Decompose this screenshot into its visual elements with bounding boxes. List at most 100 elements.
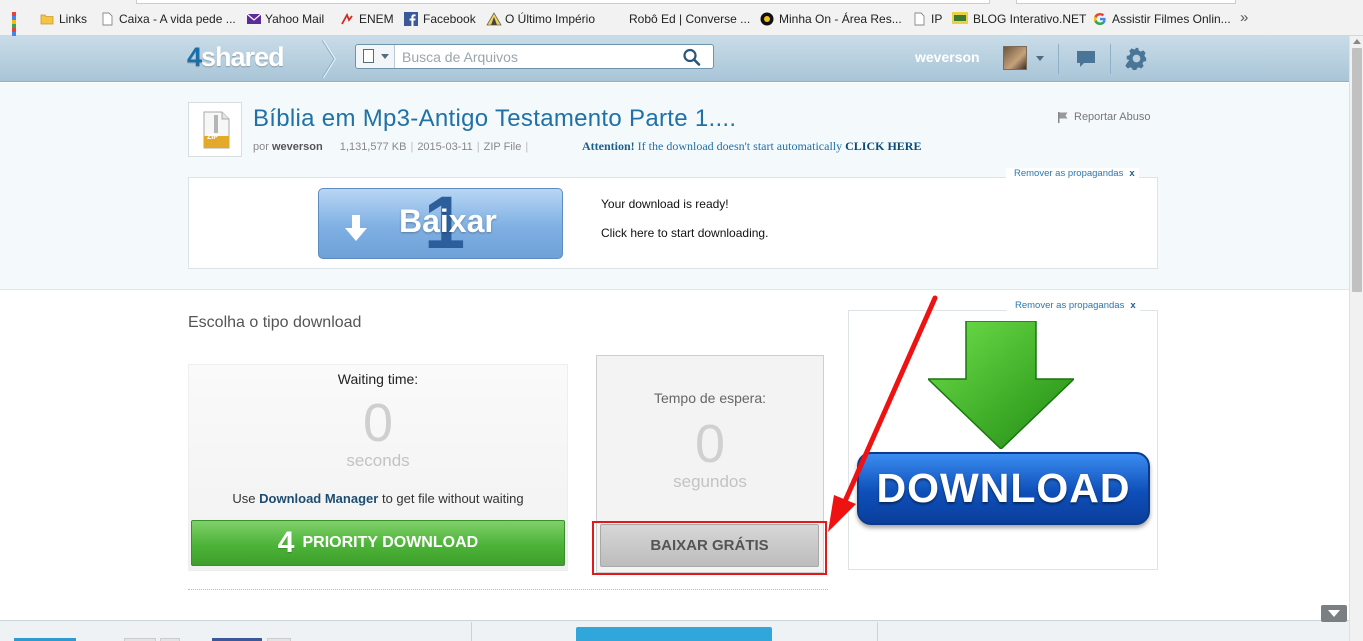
file-type-selector[interactable] <box>356 45 395 68</box>
flag-icon <box>1058 112 1068 123</box>
red-arrow-annotation-icon <box>828 295 938 532</box>
file-icon-label: ZIP <box>207 134 218 141</box>
click-to-download-text[interactable]: Click here to start downloading. <box>601 226 768 240</box>
report-abuse-label: Reportar Abuso <box>1074 111 1151 123</box>
chat-icon[interactable] <box>1075 49 1097 69</box>
bookmark-label: Caixa - A vida pede ... <box>119 12 236 26</box>
tempo-de-espera-label: Tempo de espera: <box>653 390 767 406</box>
bookmark-blog-interativo[interactable]: BLOG Interativo.NET <box>952 10 1086 28</box>
scrollbar-thumb[interactable] <box>1352 48 1362 292</box>
by-label: por <box>253 141 269 153</box>
baixar-ad-button[interactable]: 1 Baixar <box>318 188 563 259</box>
enem-icon <box>340 12 354 26</box>
bookmark-label: IP <box>931 12 943 26</box>
attention-notice: Attention! If the download doesn't start… <box>582 139 921 154</box>
blank-icon <box>612 12 624 26</box>
folder-icon <box>40 12 54 26</box>
waiting-time-unit: seconds <box>346 451 410 470</box>
scroll-down-button[interactable] <box>1321 605 1347 622</box>
file-type: ZIP File <box>483 141 522 153</box>
gear-icon[interactable] <box>1125 47 1148 70</box>
download-manager-link[interactable]: Download Manager <box>259 491 378 506</box>
bookmark-links[interactable]: Links <box>40 10 87 28</box>
bookmark-label: ENEM <box>359 12 394 26</box>
remove-ads-label: Remover as propagandas <box>1015 300 1125 311</box>
bookmark-label: Assistir Filmes Onlin... <box>1112 12 1231 26</box>
chevron-down-icon[interactable] <box>1036 56 1044 61</box>
remove-ads-link[interactable]: Remover as propagandas x <box>1006 168 1139 179</box>
dm-prefix: Use <box>232 491 256 506</box>
bookmark-label: O Último Império <box>505 12 596 26</box>
bookmark-ultimo-imperio[interactable]: O Último Império <box>486 10 595 28</box>
apps-grid-icon <box>12 12 26 48</box>
bookmark-minha-on[interactable]: Minha On - Área Res... <box>760 10 902 28</box>
uploader-link[interactable]: weverson <box>272 141 323 153</box>
file-type-icon <box>188 102 242 157</box>
dm-suffix: to get file without waiting <box>381 491 524 506</box>
attention-label: Attention! <box>582 139 635 153</box>
site-header: 4shared weverson <box>0 36 1349 82</box>
tempo-de-espera-unit: segundos <box>673 472 747 491</box>
close-icon[interactable]: x <box>1130 300 1135 311</box>
bookmark-label: Minha On - Área Res... <box>779 12 902 26</box>
header-separator <box>1058 44 1059 74</box>
header-divider-chevron-icon <box>322 40 336 78</box>
section-divider <box>188 589 828 590</box>
report-abuse-link[interactable]: Reportar Abuso <box>1057 111 1150 123</box>
attention-text: If the download doesn't start automatica… <box>637 139 843 153</box>
bookmark-enem[interactable]: ENEM <box>340 10 394 28</box>
logo[interactable]: 4shared <box>187 42 285 73</box>
google-icon <box>1093 12 1107 26</box>
bookmark-label: BLOG Interativo.NET <box>973 12 1087 26</box>
bookmark-label: Links <box>59 12 88 26</box>
logo-number: 4 <box>187 42 202 72</box>
baixar-gratis-button[interactable]: BAIXAR GRÁTIS <box>600 524 819 567</box>
page-icon <box>100 12 114 26</box>
close-icon[interactable]: x <box>1129 168 1134 179</box>
remove-ads-link[interactable]: Remover as propagandas x <box>1007 300 1140 311</box>
envelope-icon <box>246 12 262 26</box>
bookmark-caixa[interactable]: Caixa - A vida pede ... <box>100 10 236 28</box>
file-size: 1,131,577 KB <box>339 141 407 153</box>
bookmark-facebook[interactable]: Facebook <box>404 10 476 28</box>
bookmark-apps[interactable] <box>12 10 26 48</box>
page-scrollbar[interactable] <box>1349 36 1363 641</box>
baixar-ad-label: Baixar <box>399 203 497 239</box>
file-title: Bíblia em Mp3-Antigo Testamento Parte 1.… <box>253 105 737 132</box>
username-link[interactable]: weverson <box>915 49 980 65</box>
bookmark-label: Yahoo Mail <box>265 12 325 26</box>
search-icon[interactable] <box>678 47 708 67</box>
blog-icon <box>952 12 968 26</box>
avatar[interactable] <box>1003 46 1027 70</box>
waiting-time-label: Waiting time: <box>337 371 419 387</box>
priority-download-label: PRIORITY DOWNLOAD <box>302 534 479 551</box>
header-separator <box>1110 44 1111 74</box>
footer-cta-button[interactable] <box>576 627 772 641</box>
bookmark-assistir-filmes[interactable]: Assistir Filmes Onlin... <box>1093 10 1231 28</box>
page-icon <box>912 12 926 26</box>
bookmarks-bar: Links Caixa - A vida pede ... Yahoo Mail… <box>0 0 1363 48</box>
waiting-time-value: 0 <box>362 393 394 453</box>
more-bookmarks-button[interactable]: » <box>1240 9 1248 26</box>
download-manager-text: Use Download Manager to get file without… <box>188 491 568 506</box>
bookmark-yahoo-mail[interactable]: Yahoo Mail <box>246 10 324 28</box>
search-bar <box>355 44 714 69</box>
click-here-link[interactable]: CLICK HERE <box>845 139 921 153</box>
tab-strip-edge <box>1016 0 1236 4</box>
download-ready-text[interactable]: Your download is ready! <box>601 197 729 211</box>
scroll-up-arrow-icon[interactable] <box>1353 39 1361 44</box>
search-input[interactable] <box>402 48 672 66</box>
priority-download-button[interactable]: 4 PRIORITY DOWNLOAD <box>191 520 565 566</box>
footer-separator <box>877 622 878 641</box>
tab-strip-edge <box>136 0 990 4</box>
tempo-de-espera-value: 0 <box>694 414 726 474</box>
bookmark-robo-ed[interactable]: Robô Ed | Converse ... <box>612 10 750 28</box>
choose-download-type-heading: Escolha o tipo download <box>188 314 362 331</box>
facebook-icon <box>404 12 418 26</box>
footer-separator <box>471 622 472 641</box>
bookmark-label: Facebook <box>423 12 476 26</box>
document-icon <box>363 49 374 63</box>
bookmark-label: Robô Ed | Converse ... <box>629 12 751 26</box>
bookmark-ip[interactable]: IP <box>912 10 942 28</box>
logo-text: shared <box>201 42 285 72</box>
